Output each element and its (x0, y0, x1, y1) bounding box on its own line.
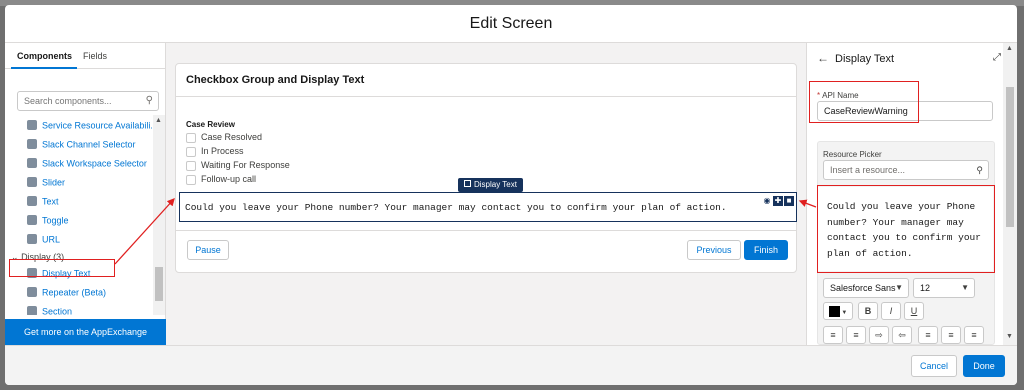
properties-panel: ← Display Text ⤢ * API Name CaseReviewWar… (806, 43, 1017, 345)
back-arrow-icon[interactable]: ← (817, 51, 829, 65)
align-right-icon[interactable]: ≡ (964, 326, 984, 344)
edit-screen-modal: Edit Screen Components Fields ⚲ Service … (5, 5, 1017, 385)
component-list: Service Resource Availabili... Slack Cha… (5, 115, 152, 315)
list-item[interactable]: Toggle (27, 214, 69, 231)
previous-button[interactable]: Previous (687, 240, 741, 260)
list-item[interactable]: Slack Channel Selector (27, 138, 136, 155)
components-scrollbar[interactable]: ▲ (153, 115, 165, 315)
align-left-icon[interactable]: ≡ (918, 326, 938, 344)
list-item[interactable]: Slider (27, 176, 65, 193)
checkbox[interactable] (186, 174, 196, 185)
rich-text-highlight (817, 185, 995, 273)
component-icon (27, 233, 37, 244)
properties-header: ← Display Text ⤢ (807, 43, 1003, 73)
font-size-select[interactable]: 12 ▼ (913, 278, 975, 298)
checkbox[interactable] (186, 160, 196, 171)
tab-fields[interactable]: Fields (83, 51, 107, 61)
appexchange-link[interactable]: Get more on the AppExchange (5, 319, 166, 345)
properties-title: Display Text (835, 53, 895, 65)
component-search[interactable]: ⚲ (17, 91, 159, 111)
checkbox[interactable] (186, 132, 196, 143)
italic-button[interactable]: I (881, 302, 901, 320)
api-name-highlight (809, 81, 919, 123)
display-text-content: Could you leave your Phone number? Your … (185, 202, 727, 213)
outdent-icon[interactable]: ⇦ (892, 326, 912, 344)
color-swatch-icon (828, 306, 840, 318)
resource-picker-label: Resource Picker (823, 150, 882, 159)
component-toolbar: ◉ ✚ ■ (761, 194, 794, 206)
list-item[interactable]: Slack Workspace Selector (27, 157, 147, 174)
screen-title: Checkbox Group and Display Text (186, 74, 365, 86)
move-icon[interactable]: ✚ (773, 196, 783, 206)
modal-footer: Cancel Done (5, 345, 1017, 385)
display-text-icon (464, 180, 471, 188)
chevron-down-icon: ▼ (961, 283, 969, 292)
properties-scrollbar[interactable]: ▲ ▼ (1003, 43, 1017, 345)
component-icon (27, 157, 37, 168)
resource-picker-input[interactable]: Insert a resource... ⚲ (823, 160, 989, 180)
display-text-highlight (9, 259, 115, 277)
scroll-thumb[interactable] (155, 267, 163, 301)
display-text-component[interactable]: Could you leave your Phone number? Your … (179, 192, 797, 222)
checkbox-option[interactable]: In Process (186, 146, 244, 157)
component-icon (27, 195, 37, 206)
scroll-thumb[interactable] (1006, 87, 1014, 227)
component-icon (27, 138, 37, 149)
modal-title: Edit Screen (5, 5, 1017, 43)
chevron-down-icon: ▼ (895, 283, 903, 292)
done-button[interactable]: Done (963, 355, 1005, 377)
components-panel: Components Fields ⚲ Service Resource Ava… (5, 43, 166, 345)
component-search-input[interactable] (18, 92, 136, 110)
expand-icon[interactable]: ⤢ (993, 52, 1001, 63)
modal-body: Components Fields ⚲ Service Resource Ava… (5, 43, 1017, 345)
text-color-button[interactable]: ▼ (823, 302, 853, 320)
scroll-down-icon[interactable]: ▼ (1006, 333, 1013, 340)
checkbox-option[interactable]: Waiting For Response (186, 160, 290, 171)
divider (176, 96, 796, 97)
scroll-up-icon[interactable]: ▲ (1006, 45, 1013, 52)
repeater-icon (27, 286, 37, 297)
cancel-button[interactable]: Cancel (911, 355, 957, 377)
panel-tabs: Components Fields (5, 43, 165, 69)
component-icon (27, 214, 37, 225)
tab-components[interactable]: Components (17, 51, 72, 61)
divider (176, 230, 796, 231)
bold-button[interactable]: B (858, 302, 878, 320)
screen-card: Checkbox Group and Display Text Case Rev… (175, 63, 797, 273)
checkbox[interactable] (186, 146, 196, 157)
checkbox-option[interactable]: Case Resolved (186, 132, 262, 143)
scroll-up-icon[interactable]: ▲ (155, 117, 162, 124)
checkbox-group-label: Case Review (186, 120, 235, 129)
underline-button[interactable]: U (904, 302, 924, 320)
font-family-select[interactable]: Salesforce Sans ▼ (823, 278, 909, 298)
delete-icon[interactable]: ■ (784, 196, 794, 206)
list-item[interactable]: URL (27, 233, 60, 250)
list-item[interactable]: Text (27, 195, 59, 212)
search-icon: ⚲ (976, 165, 983, 175)
pause-button[interactable]: Pause (187, 240, 229, 260)
section-item[interactable]: Section (27, 305, 72, 315)
display-text-badge: Display Text (458, 178, 523, 192)
indent-icon[interactable]: ⇨ (869, 326, 889, 344)
finish-button[interactable]: Finish (744, 240, 788, 260)
search-icon: ⚲ (145, 95, 153, 106)
repeater-item[interactable]: Repeater (Beta) (27, 286, 106, 303)
bullet-list-icon[interactable]: ≡ (823, 326, 843, 344)
active-tab-indicator (11, 67, 77, 69)
screen-canvas: Checkbox Group and Display Text Case Rev… (166, 43, 806, 345)
section-icon (27, 305, 37, 315)
checkbox-option[interactable]: Follow-up call (186, 174, 256, 185)
chevron-down-icon: ▼ (839, 310, 848, 316)
component-icon (27, 176, 37, 187)
component-icon (27, 119, 37, 130)
align-center-icon[interactable]: ≡ (941, 326, 961, 344)
numbered-list-icon[interactable]: ≡ (846, 326, 866, 344)
eye-icon[interactable]: ◉ (762, 196, 772, 206)
list-item[interactable]: Service Resource Availabili... (27, 119, 152, 136)
